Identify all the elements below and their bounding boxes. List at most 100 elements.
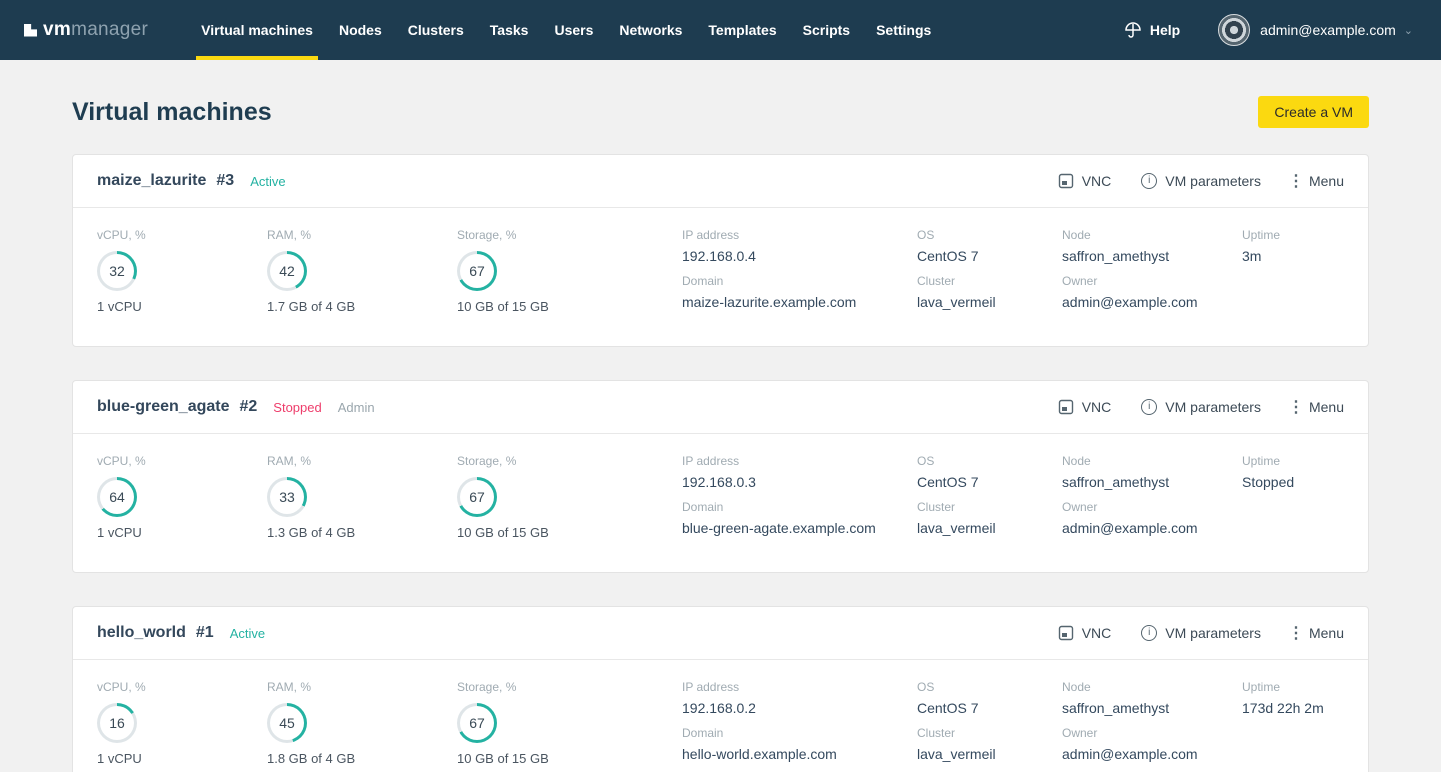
cluster-label: Cluster [917, 500, 956, 514]
node-info: Node saffron_amethyst Owner admin@exampl… [1062, 228, 1242, 320]
menu-button[interactable]: ⋮ Menu [1288, 623, 1344, 643]
ram-detail: 1.7 GB of 4 GB [267, 299, 356, 314]
vcpu-value: 16 [109, 715, 125, 731]
vm-number: #1 [195, 624, 214, 641]
vm-card: maize_lazurite #3 Active VNC i VM parame… [72, 154, 1369, 347]
logo-text-light: manager [71, 19, 149, 40]
help-umbrella-icon [1125, 22, 1141, 38]
uptime-value: 3m [1242, 248, 1262, 264]
storage-gauge: 67 [457, 477, 497, 517]
vm-admin-tag: Admin [337, 399, 375, 415]
ram-stat: RAM, % 42 1.7 GB of 4 GB [267, 228, 457, 320]
ram-stat: RAM, % 45 1.8 GB of 4 GB [267, 680, 457, 772]
nav-tasks[interactable]: Tasks [477, 0, 542, 60]
domain-label: Domain [682, 726, 724, 740]
vcpu-detail: 1 vCPU [97, 525, 142, 540]
ip-label: IP address [682, 454, 740, 468]
owner-value: admin@example.com [1062, 294, 1198, 310]
node-value: saffron_amethyst [1062, 474, 1170, 490]
nav-settings[interactable]: Settings [863, 0, 944, 60]
nav-clusters[interactable]: Clusters [395, 0, 477, 60]
network-info: IP address 192.168.0.2 Domain hello-worl… [682, 680, 917, 772]
menu-button[interactable]: ⋮ Menu [1287, 397, 1344, 417]
vm-number: #2 [239, 398, 258, 415]
vm-status-badge: Active [229, 625, 266, 641]
menu-label: Menu [1308, 399, 1344, 415]
user-email: admin@example.com [1260, 22, 1396, 38]
user-menu[interactable]: admin@example.com ⌄ [1218, 14, 1413, 46]
ip-label: IP address [682, 680, 740, 694]
node-info: Node saffron_amethyst Owner admin@exampl… [1062, 680, 1242, 772]
owner-label: Owner [1062, 274, 1098, 288]
ip-value: 192.168.0.3 [682, 474, 756, 490]
ram-label: RAM, % [267, 680, 312, 694]
cluster-value: lava_vermeil [917, 746, 996, 762]
create-vm-button[interactable]: Create a VM [1258, 96, 1369, 128]
domain-value: maize-lazurite.example.com [682, 294, 857, 310]
node-value: saffron_amethyst [1062, 248, 1170, 264]
owner-label: Owner [1062, 500, 1098, 514]
storage-stat: Storage, % 67 10 GB of 15 GB [457, 454, 682, 546]
vm-card: blue-green_agate #2 Stopped Admin VNC i … [72, 380, 1369, 573]
os-info: OS CentOS 7 Cluster lava_vermeil [917, 454, 1062, 546]
vm-number: #3 [216, 172, 235, 189]
os-label: OS [917, 680, 935, 694]
vnc-button[interactable]: VNC [1058, 625, 1111, 641]
storage-label: Storage, % [457, 228, 517, 242]
owner-value: admin@example.com [1062, 520, 1198, 536]
help-button[interactable]: Help [1124, 21, 1180, 39]
domain-label: Domain [682, 500, 724, 514]
vm-card-header: maize_lazurite #3 Active VNC i VM parame… [73, 155, 1368, 207]
storage-gauge: 67 [457, 703, 497, 743]
ram-value: 33 [279, 489, 295, 505]
menu-button[interactable]: ⋮ Menu [1288, 171, 1344, 191]
storage-stat: Storage, % 67 10 GB of 15 GB [457, 228, 682, 320]
vm-parameters-label: VM parameters [1165, 173, 1261, 189]
menu-dots-icon: ⋮ [1287, 399, 1304, 416]
vcpu-gauge: 32 [97, 251, 137, 291]
os-info: OS CentOS 7 Cluster lava_vermeil [917, 680, 1062, 772]
vcpu-label: vCPU, % [97, 228, 146, 242]
nav-templates[interactable]: Templates [695, 0, 789, 60]
ram-value: 45 [279, 715, 295, 731]
vm-parameters-button[interactable]: i VM parameters [1141, 399, 1261, 415]
node-label: Node [1062, 680, 1091, 694]
help-label: Help [1149, 22, 1181, 38]
nav-users[interactable]: Users [541, 0, 606, 60]
vcpu-gauge: 64 [97, 477, 137, 517]
nav-nodes[interactable]: Nodes [326, 0, 395, 60]
vm-card-header: hello_world #1 Active VNC i VM parameter… [73, 607, 1368, 659]
vm-card-body: vCPU, % 16 1 vCPU RAM, % 45 1.8 GB of 4 … [73, 659, 1368, 772]
os-value: CentOS 7 [917, 700, 979, 716]
ram-label: RAM, % [267, 228, 312, 242]
vm-parameters-button[interactable]: i VM parameters [1141, 173, 1261, 189]
vm-name: maize_lazurite [97, 172, 207, 189]
owner-label: Owner [1062, 726, 1098, 740]
uptime-info: Uptime 3m [1242, 228, 1344, 320]
app-window: vm manager Virtual machines Nodes Cluste… [0, 0, 1441, 772]
vm-parameters-button[interactable]: i VM parameters [1141, 625, 1261, 641]
storage-detail: 10 GB of 15 GB [457, 299, 549, 314]
uptime-value: 173d 22h 2m [1242, 700, 1324, 716]
node-info: Node saffron_amethyst Owner admin@exampl… [1062, 454, 1242, 546]
nav-scripts[interactable]: Scripts [790, 0, 863, 60]
ip-label: IP address [682, 228, 740, 242]
cluster-value: lava_vermeil [917, 520, 996, 536]
storage-detail: 10 GB of 15 GB [457, 751, 549, 766]
vcpu-detail: 1 vCPU [97, 299, 142, 314]
os-value: CentOS 7 [917, 248, 979, 264]
vnc-button[interactable]: VNC [1058, 399, 1111, 415]
topbar-right: Help admin@example.com ⌄ [1124, 14, 1413, 46]
vm-parameters-label: VM parameters [1165, 625, 1261, 641]
os-value: CentOS 7 [917, 474, 979, 490]
ram-gauge: 45 [267, 703, 307, 743]
nav-networks[interactable]: Networks [606, 0, 695, 60]
vnc-icon [1058, 625, 1074, 641]
vm-name: blue-green_agate [97, 398, 230, 415]
user-avatar [1218, 14, 1251, 46]
vnc-button[interactable]: VNC [1058, 173, 1111, 189]
vmmanager-logo-icon [24, 23, 37, 37]
app-logo[interactable]: vm manager [24, 19, 148, 41]
ip-value: 192.168.0.2 [682, 700, 756, 716]
nav-virtual-machines[interactable]: Virtual machines [188, 0, 326, 60]
